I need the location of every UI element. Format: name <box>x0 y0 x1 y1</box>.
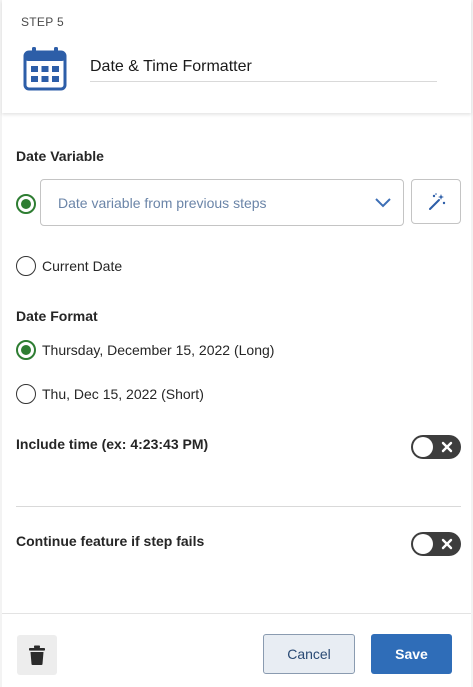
step-header: STEP 5 Date & Time Formatter <box>2 0 471 113</box>
magic-wand-icon <box>429 193 446 210</box>
step-label: STEP 5 <box>21 15 64 29</box>
format-long-label: Thursday, December 15, 2022 (Long) <box>42 342 275 358</box>
step-panel: STEP 5 Date & Time Formatter Date Variab… <box>2 0 471 687</box>
delete-step-button[interactable] <box>17 635 57 675</box>
insert-variable-button[interactable] <box>411 179 461 224</box>
step-title[interactable]: Date & Time Formatter <box>90 57 437 77</box>
step-title-field[interactable]: Date & Time Formatter <box>90 57 437 82</box>
cancel-button[interactable]: Cancel <box>263 634 355 674</box>
close-icon <box>441 441 453 453</box>
radio-format-short[interactable] <box>16 384 36 404</box>
date-variable-heading: Date Variable <box>16 148 104 164</box>
save-button[interactable]: Save <box>371 634 452 674</box>
chevron-down-icon <box>375 198 391 208</box>
include-time-label: Include time (ex: 4:23:43 PM) <box>16 436 209 452</box>
date-format-heading: Date Format <box>16 308 98 324</box>
toggle-knob <box>413 437 433 457</box>
date-variable-select[interactable]: Date variable from previous steps <box>40 179 404 226</box>
include-time-toggle[interactable] <box>411 435 461 459</box>
date-variable-placeholder: Date variable from previous steps <box>58 195 267 211</box>
current-date-label: Current Date <box>42 258 123 274</box>
format-short-label: Thu, Dec 15, 2022 (Short) <box>42 386 204 402</box>
continue-on-fail-toggle[interactable] <box>411 532 461 556</box>
section-divider <box>16 506 461 507</box>
toggle-knob <box>413 534 433 554</box>
trash-icon <box>29 645 45 665</box>
radio-current-date[interactable] <box>16 256 36 276</box>
step-footer: Cancel Save <box>2 613 471 687</box>
radio-format-long[interactable] <box>16 340 36 360</box>
continue-on-fail-label: Continue feature if step fails <box>16 533 205 549</box>
close-icon <box>441 538 453 550</box>
calendar-icon <box>22 45 68 91</box>
radio-date-variable[interactable] <box>16 194 36 214</box>
